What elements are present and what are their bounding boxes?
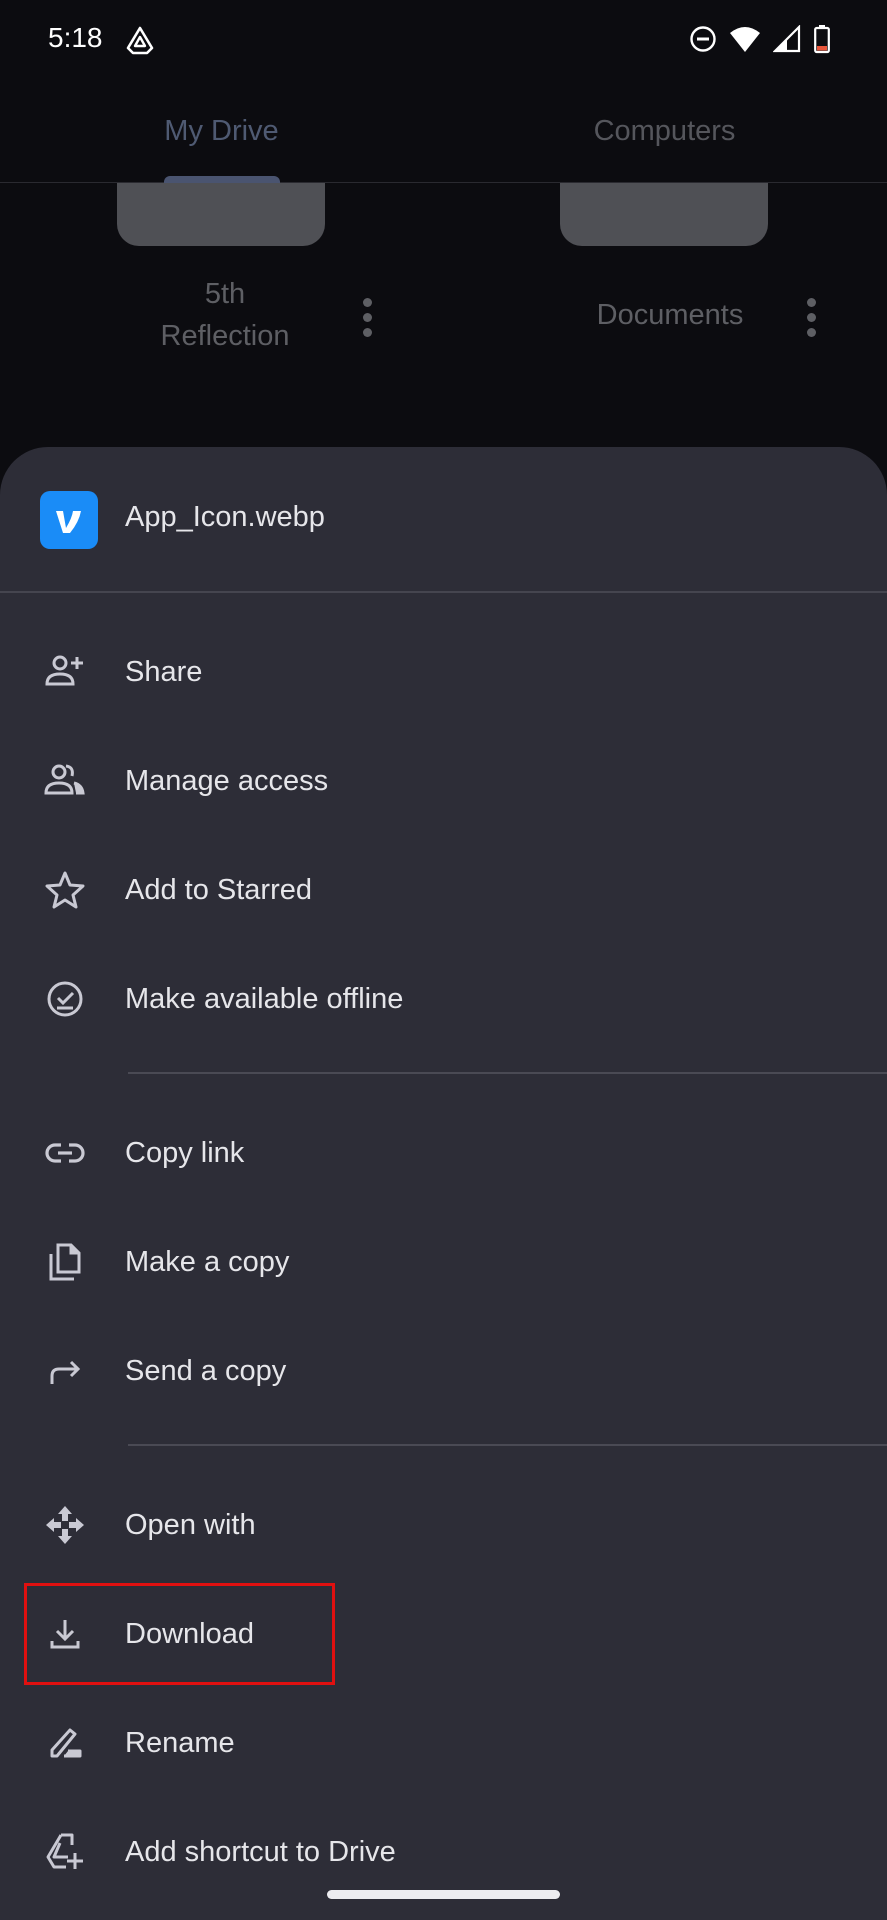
star-outline-icon: [44, 869, 86, 911]
folder-name-line: 5th: [204, 278, 246, 310]
tab-computers[interactable]: Computers: [443, 80, 886, 182]
sheet-header: App_Icon.webp: [0, 447, 887, 593]
status-time: 5:18: [48, 22, 103, 53]
home-indicator[interactable]: [327, 1890, 560, 1899]
battery-low-icon: [814, 25, 830, 54]
menu-item-manage-access[interactable]: Manage access: [0, 727, 887, 835]
more-options-icon[interactable]: [363, 298, 373, 337]
menu-item-make-a-copy[interactable]: Make a copy: [0, 1208, 887, 1316]
folder-name-line: Reflection: [160, 320, 290, 352]
menu-label: Download: [125, 1617, 254, 1650]
menu-label: Copy link: [125, 1136, 245, 1169]
drive-shortcut-icon: [44, 1831, 86, 1873]
menu-divider: [128, 1072, 887, 1074]
link-icon: [44, 1132, 86, 1174]
do-not-disturb-icon: [690, 26, 716, 52]
wifi-icon: [730, 27, 760, 52]
cellular-signal-icon: [773, 25, 801, 53]
folder-name: Documents: [596, 299, 744, 331]
menu-item-copy-link[interactable]: Copy link: [0, 1099, 887, 1207]
open-with-icon: [44, 1504, 86, 1546]
copy-icon: [44, 1241, 86, 1283]
menu-divider: [128, 1444, 887, 1446]
menu-label: Add shortcut to Drive: [125, 1835, 396, 1868]
menu-item-make-available-offline[interactable]: Make available offline: [0, 945, 887, 1053]
menu-label: Manage access: [125, 764, 329, 797]
rename-pencil-icon: [44, 1722, 86, 1764]
menu-label: Make a copy: [125, 1245, 290, 1278]
menu-item-send-a-copy[interactable]: Send a copy: [0, 1317, 887, 1425]
more-options-icon[interactable]: [807, 298, 817, 337]
folder-thumbnail[interactable]: [560, 183, 768, 246]
download-icon: [44, 1613, 86, 1655]
menu-label: Rename: [125, 1726, 235, 1759]
tab-my-drive[interactable]: My Drive: [0, 80, 443, 182]
folder-name: 5th Reflection: [130, 273, 320, 357]
drive-tabs: My Drive Computers: [0, 80, 887, 184]
menu-label: Make available offline: [125, 982, 404, 1015]
tab-label: Computers: [593, 114, 736, 147]
vimeo-app-icon: [40, 491, 98, 549]
menu-item-download[interactable]: Download: [0, 1580, 887, 1688]
people-icon: [44, 760, 86, 802]
status-bar: 5:18: [0, 0, 887, 80]
google-drive-icon: [126, 26, 154, 55]
file-actions-sheet: App_Icon.webp Share Manage access Add to…: [0, 447, 887, 1920]
offline-pin-icon: [44, 978, 86, 1020]
menu-item-open-with[interactable]: Open with: [0, 1471, 887, 1579]
menu-label: Open with: [125, 1508, 256, 1541]
menu-item-add-to-starred[interactable]: Add to Starred: [0, 836, 887, 944]
file-name: App_Icon.webp: [125, 501, 325, 533]
menu-item-share[interactable]: Share: [0, 618, 887, 726]
folder-thumbnail[interactable]: [117, 183, 325, 246]
menu-item-rename[interactable]: Rename: [0, 1689, 887, 1797]
menu-label: Send a copy: [125, 1354, 287, 1387]
forward-arrow-icon: [44, 1350, 86, 1392]
menu-label: Add to Starred: [125, 873, 312, 906]
tab-label: My Drive: [164, 114, 279, 147]
person-add-icon: [44, 651, 86, 693]
menu-label: Share: [125, 655, 203, 688]
